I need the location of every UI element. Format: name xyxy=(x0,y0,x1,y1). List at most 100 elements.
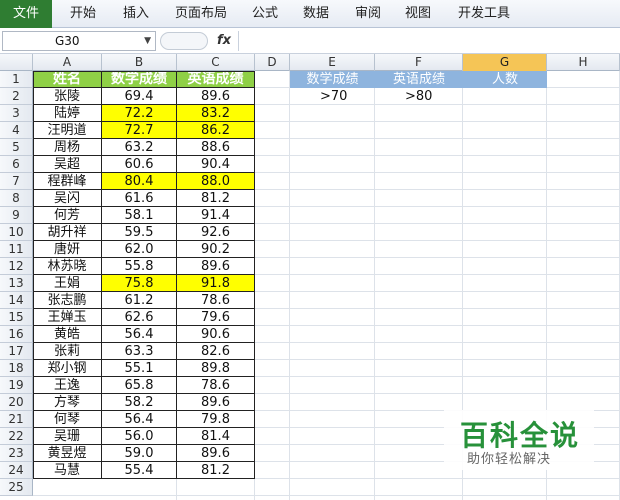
row-header-8[interactable]: 8 xyxy=(0,190,33,207)
english-score-cell[interactable]: 89.6 xyxy=(177,88,255,105)
criteria-header-cell[interactable]: 人数 xyxy=(463,71,547,88)
math-score-cell[interactable]: 55.8 xyxy=(102,258,177,275)
criteria-header-cell[interactable]: 数学成绩 xyxy=(290,71,375,88)
name-cell[interactable]: 汪明道 xyxy=(33,122,102,139)
english-score-cell[interactable]: 91.4 xyxy=(177,207,255,224)
row-header-25[interactable]: 25 xyxy=(0,479,33,496)
ribbon-tab-1[interactable]: 开始 xyxy=(70,0,96,28)
english-score-cell[interactable]: 81.2 xyxy=(177,462,255,479)
row-header-23[interactable]: 23 xyxy=(0,445,33,462)
ribbon-tab-4[interactable]: 公式 xyxy=(252,0,278,28)
name-cell[interactable]: 方琴 xyxy=(33,394,102,411)
english-score-cell[interactable]: 90.6 xyxy=(177,326,255,343)
row-header-7[interactable]: 7 xyxy=(0,173,33,190)
table-header-cell[interactable]: 姓名 xyxy=(33,71,102,88)
english-score-cell[interactable]: 91.8 xyxy=(177,275,255,292)
name-cell[interactable]: 吴超 xyxy=(33,156,102,173)
english-score-cell[interactable]: 90.2 xyxy=(177,241,255,258)
english-score-cell[interactable]: 81.2 xyxy=(177,190,255,207)
column-header-f[interactable]: F xyxy=(375,54,463,71)
table-header-cell[interactable]: 数学成绩 xyxy=(102,71,177,88)
math-score-cell[interactable]: 61.6 xyxy=(102,190,177,207)
english-score-cell[interactable]: 89.8 xyxy=(177,360,255,377)
math-score-cell[interactable]: 72.2 xyxy=(102,105,177,122)
column-header-d[interactable]: D xyxy=(255,54,290,71)
math-score-cell[interactable]: 56.0 xyxy=(102,428,177,445)
math-score-cell[interactable]: 65.8 xyxy=(102,377,177,394)
math-score-cell[interactable]: 72.7 xyxy=(102,122,177,139)
math-score-cell[interactable]: 62.0 xyxy=(102,241,177,258)
math-score-cell[interactable]: 59.5 xyxy=(102,224,177,241)
row-header-3[interactable]: 3 xyxy=(0,105,33,122)
english-score-cell[interactable]: 78.6 xyxy=(177,292,255,309)
math-score-cell[interactable]: 56.4 xyxy=(102,326,177,343)
math-score-cell[interactable]: 62.6 xyxy=(102,309,177,326)
row-header-17[interactable]: 17 xyxy=(0,343,33,360)
name-cell[interactable]: 王婵玉 xyxy=(33,309,102,326)
row-header-11[interactable]: 11 xyxy=(0,241,33,258)
row-header-24[interactable]: 24 xyxy=(0,462,33,479)
row-header-10[interactable]: 10 xyxy=(0,224,33,241)
english-score-cell[interactable]: 88.6 xyxy=(177,139,255,156)
math-score-cell[interactable]: 63.3 xyxy=(102,343,177,360)
formula-bar-grip[interactable] xyxy=(160,32,208,50)
english-score-cell[interactable]: 79.6 xyxy=(177,309,255,326)
formula-input[interactable] xyxy=(238,31,618,51)
name-cell[interactable]: 王逸 xyxy=(33,377,102,394)
english-score-cell[interactable]: 90.4 xyxy=(177,156,255,173)
table-header-cell[interactable]: 英语成绩 xyxy=(177,71,255,88)
english-score-cell[interactable]: 79.8 xyxy=(177,411,255,428)
criteria-value-cell[interactable]: >70 xyxy=(290,88,375,105)
name-cell[interactable]: 郑小钢 xyxy=(33,360,102,377)
english-score-cell[interactable]: 86.2 xyxy=(177,122,255,139)
ribbon-tab-5[interactable]: 数据 xyxy=(303,0,329,28)
criteria-header-cell[interactable]: 英语成绩 xyxy=(375,71,463,88)
name-cell[interactable]: 胡升祥 xyxy=(33,224,102,241)
name-cell[interactable]: 林苏晓 xyxy=(33,258,102,275)
criteria-value-cell[interactable] xyxy=(463,88,547,105)
english-score-cell[interactable]: 83.2 xyxy=(177,105,255,122)
math-score-cell[interactable]: 61.2 xyxy=(102,292,177,309)
math-score-cell[interactable]: 69.4 xyxy=(102,88,177,105)
math-score-cell[interactable]: 55.4 xyxy=(102,462,177,479)
chevron-down-icon[interactable]: ▼ xyxy=(144,32,151,50)
math-score-cell[interactable]: 58.2 xyxy=(102,394,177,411)
column-header-b[interactable]: B xyxy=(102,54,177,71)
row-header-22[interactable]: 22 xyxy=(0,428,33,445)
ribbon-tab-8[interactable]: 开发工具 xyxy=(458,0,510,28)
name-cell[interactable]: 马慧 xyxy=(33,462,102,479)
row-header-1[interactable]: 1 xyxy=(0,71,33,88)
row-header-19[interactable]: 19 xyxy=(0,377,33,394)
name-cell[interactable]: 黄皓 xyxy=(33,326,102,343)
ribbon-tab-2[interactable]: 插入 xyxy=(123,0,149,28)
row-header-9[interactable]: 9 xyxy=(0,207,33,224)
english-score-cell[interactable]: 92.6 xyxy=(177,224,255,241)
row-header-21[interactable]: 21 xyxy=(0,411,33,428)
english-score-cell[interactable]: 89.6 xyxy=(177,394,255,411)
row-header-5[interactable]: 5 xyxy=(0,139,33,156)
math-score-cell[interactable]: 56.4 xyxy=(102,411,177,428)
name-cell[interactable]: 张莉 xyxy=(33,343,102,360)
english-score-cell[interactable]: 89.6 xyxy=(177,258,255,275)
english-score-cell[interactable]: 81.4 xyxy=(177,428,255,445)
name-cell[interactable]: 陆婷 xyxy=(33,105,102,122)
select-all-corner[interactable] xyxy=(0,54,33,71)
ribbon-tab-6[interactable]: 审阅 xyxy=(355,0,381,28)
column-header-g[interactable]: G xyxy=(463,54,547,71)
english-score-cell[interactable]: 88.0 xyxy=(177,173,255,190)
name-cell[interactable]: 张志鹏 xyxy=(33,292,102,309)
math-score-cell[interactable]: 58.1 xyxy=(102,207,177,224)
insert-function-button[interactable]: fx xyxy=(214,31,234,51)
name-cell[interactable]: 周杨 xyxy=(33,139,102,156)
ribbon-tab-0[interactable]: 文件 xyxy=(0,0,52,28)
name-cell[interactable]: 程群峰 xyxy=(33,173,102,190)
ribbon-tab-7[interactable]: 视图 xyxy=(405,0,431,28)
name-cell[interactable]: 吴珊 xyxy=(33,428,102,445)
column-header-e[interactable]: E xyxy=(290,54,375,71)
english-score-cell[interactable]: 89.6 xyxy=(177,445,255,462)
english-score-cell[interactable]: 78.6 xyxy=(177,377,255,394)
row-header-15[interactable]: 15 xyxy=(0,309,33,326)
row-header-18[interactable]: 18 xyxy=(0,360,33,377)
row-header-16[interactable]: 16 xyxy=(0,326,33,343)
column-header-h[interactable]: H xyxy=(547,54,620,71)
